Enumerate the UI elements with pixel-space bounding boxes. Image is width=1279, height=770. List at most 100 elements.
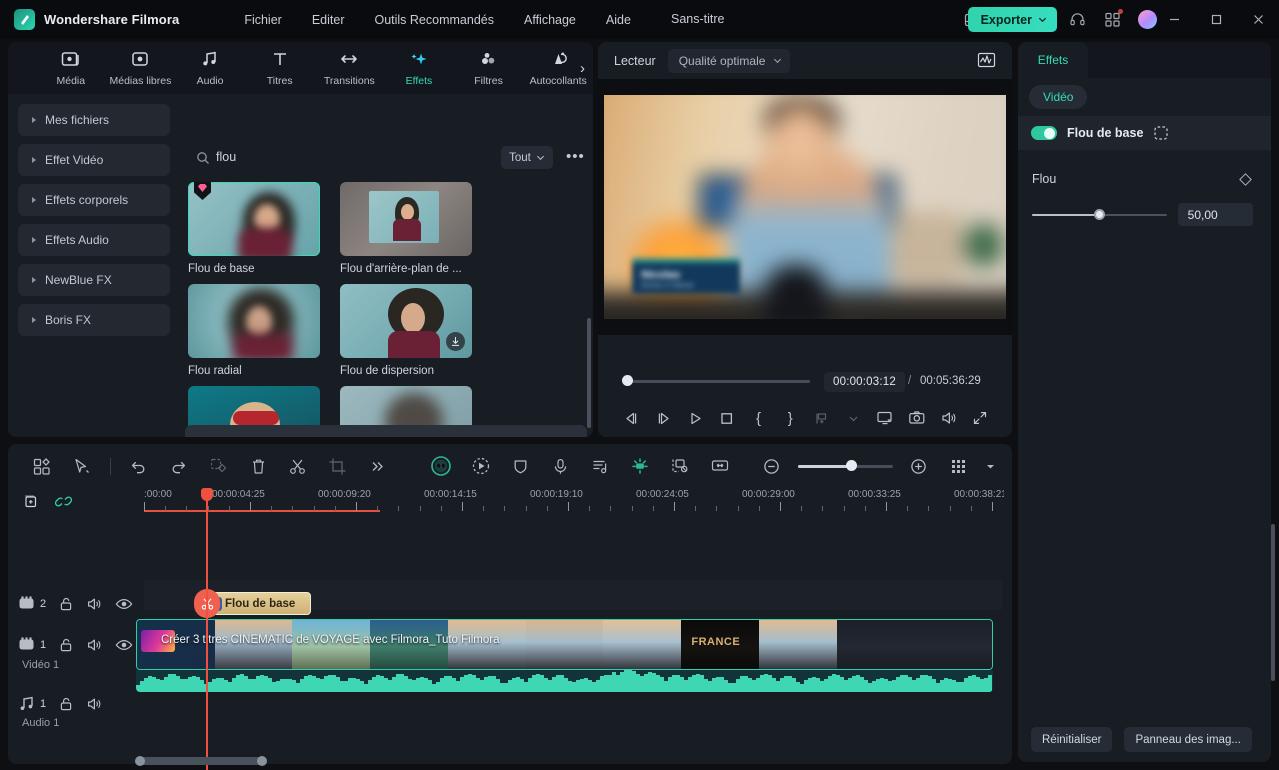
timeline-video-clip[interactable]: Créer 3 titres CINEMATIC de VOYAGE avec …	[136, 619, 993, 670]
hscroll-right-handle[interactable]	[257, 756, 267, 766]
support-headset-icon[interactable]	[1068, 10, 1087, 29]
effect-thumbnail[interactable]	[188, 182, 320, 256]
ribbon-tab-medias-libres[interactable]: Médias libres	[106, 50, 176, 87]
hscroll-left-handle[interactable]	[135, 756, 145, 766]
close-button[interactable]	[1237, 0, 1279, 39]
mute-icon[interactable]	[86, 696, 103, 712]
keyframe-diamond-icon[interactable]	[1239, 172, 1252, 186]
effect-thumbnail[interactable]	[340, 386, 472, 430]
download-icon[interactable]	[446, 332, 465, 351]
ribbon-tab-titres[interactable]: Titres	[245, 50, 315, 87]
previous-frame-button[interactable]	[616, 406, 648, 430]
mask-square-icon[interactable]	[1153, 125, 1169, 141]
blur-value-input[interactable]: 50,00	[1177, 203, 1253, 226]
menu-aide[interactable]: Aide	[606, 13, 631, 27]
timeline-ruler[interactable]: :00:00 00:00:04:25 00:00:09:20 00:00:14:…	[144, 488, 1004, 515]
ribbon-more-icon[interactable]: ›	[580, 60, 585, 77]
display-settings-button[interactable]	[869, 406, 901, 430]
effect-card-row3-left[interactable]	[188, 386, 320, 430]
effect-thumbnail[interactable]	[340, 182, 472, 256]
more-options-button[interactable]: •••	[566, 148, 585, 165]
ribbon-tab-effets[interactable]: Effets	[384, 50, 454, 87]
current-timecode[interactable]: 00:00:03:12	[824, 372, 905, 392]
hscroll-thumb[interactable]	[135, 756, 267, 766]
chip-video[interactable]: Vidéo	[1029, 85, 1088, 109]
snapshot-button[interactable]	[901, 406, 933, 430]
auto-reframe-icon[interactable]	[198, 451, 238, 481]
more-chevrons-icon[interactable]	[358, 451, 398, 481]
link-clips-icon[interactable]	[55, 493, 72, 510]
ribbon-tab-media[interactable]: Média	[36, 50, 106, 87]
next-frame-button[interactable]	[648, 406, 680, 430]
maximize-button[interactable]	[1195, 0, 1237, 39]
category-effet-video[interactable]: Effet Vidéo	[18, 144, 170, 176]
marker-dropdown-button[interactable]	[838, 406, 870, 430]
video-stage[interactable]: Nicolas Monteur & Vidéaste	[598, 79, 1012, 335]
eye-icon[interactable]	[115, 597, 133, 611]
zoom-handle[interactable]	[845, 460, 857, 471]
timeline-vscrollbar[interactable]	[1271, 524, 1275, 681]
effect-thumbnail[interactable]	[188, 284, 320, 358]
category-effets-audio[interactable]: Effets Audio	[18, 224, 170, 256]
category-mes-fichiers[interactable]: Mes fichiers	[18, 104, 170, 136]
mark-in-button[interactable]: {	[743, 406, 775, 430]
category-boris-fx[interactable]: Boris FX	[18, 304, 170, 336]
effect-enable-toggle[interactable]	[1031, 126, 1057, 140]
zoom-out-icon[interactable]	[752, 451, 792, 481]
shield-mask-icon[interactable]	[501, 451, 541, 481]
filter-dropdown[interactable]: Tout	[501, 146, 553, 169]
effect-thumbnail[interactable]	[188, 386, 320, 430]
lock-icon[interactable]	[58, 637, 74, 653]
lock-icon[interactable]	[58, 696, 74, 712]
playhead[interactable]	[201, 488, 213, 770]
menu-affichage[interactable]: Affichage	[524, 13, 576, 27]
speed-ramp-icon[interactable]	[660, 451, 700, 481]
keyframe-green-icon[interactable]	[621, 451, 661, 481]
menu-outils-recommandes[interactable]: Outils Recommandés	[374, 13, 494, 27]
effect-card-row3-right[interactable]	[340, 386, 472, 430]
ai-portrait-icon[interactable]	[421, 451, 461, 481]
seek-handle[interactable]	[622, 375, 633, 386]
slider-handle[interactable]	[1094, 208, 1105, 220]
motion-tracking-icon[interactable]	[461, 451, 501, 481]
effect-card-flou-arriere-plan[interactable]: Flou d'arrière-plan de ...	[340, 182, 472, 275]
lock-icon[interactable]	[58, 596, 74, 612]
add-marker-button[interactable]	[806, 406, 838, 430]
mute-icon[interactable]	[86, 596, 103, 612]
timeline-hscrollbar[interactable]	[135, 756, 996, 766]
ribbon-tab-transitions[interactable]: Transitions	[315, 50, 385, 87]
ribbon-tab-filtres[interactable]: Filtres	[454, 50, 524, 87]
play-button[interactable]	[679, 406, 711, 430]
blur-slider[interactable]	[1032, 208, 1167, 221]
zoom-in-icon[interactable]	[898, 451, 938, 481]
add-track-icon[interactable]	[22, 493, 39, 510]
voiceover-icon[interactable]	[541, 451, 581, 481]
menu-fichier[interactable]: Fichier	[244, 13, 282, 27]
stop-button[interactable]	[711, 406, 743, 430]
ribbon-tab-audio[interactable]: Audio	[175, 50, 245, 87]
mute-icon[interactable]	[86, 637, 103, 653]
playhead-handle[interactable]	[201, 488, 213, 501]
project-grid-icon[interactable]	[22, 451, 62, 481]
undo-icon[interactable]	[119, 451, 159, 481]
volume-button[interactable]	[933, 406, 965, 430]
preview-seek-slider[interactable]	[622, 375, 810, 388]
tab-effets[interactable]: Effets	[1018, 42, 1088, 78]
fit-timeline-icon[interactable]	[700, 451, 740, 481]
timeline-view-icon[interactable]	[938, 451, 978, 481]
keyframe-panel-button[interactable]: Panneau des imag...	[1124, 727, 1252, 752]
redo-icon[interactable]	[158, 451, 198, 481]
menu-editer[interactable]: Editer	[312, 13, 345, 27]
chevron-down-icon[interactable]	[978, 451, 1004, 481]
effect-card-flou-de-base[interactable]: Flou de base	[188, 182, 320, 275]
audio-mix-icon[interactable]	[581, 451, 621, 481]
video-preview-frame[interactable]: Nicolas Monteur & Vidéaste	[604, 95, 1006, 319]
results-scrollbar[interactable]	[587, 318, 591, 428]
category-effets-corporels[interactable]: Effets corporels	[18, 184, 170, 216]
minimize-button[interactable]	[1153, 0, 1195, 39]
category-newblue-fx[interactable]: NewBlue FX	[18, 264, 170, 296]
delete-icon[interactable]	[238, 451, 278, 481]
mark-out-button[interactable]: }	[774, 406, 806, 430]
waveform-scope-icon[interactable]	[977, 51, 996, 69]
reset-button[interactable]: Réinitialiser	[1031, 727, 1113, 752]
